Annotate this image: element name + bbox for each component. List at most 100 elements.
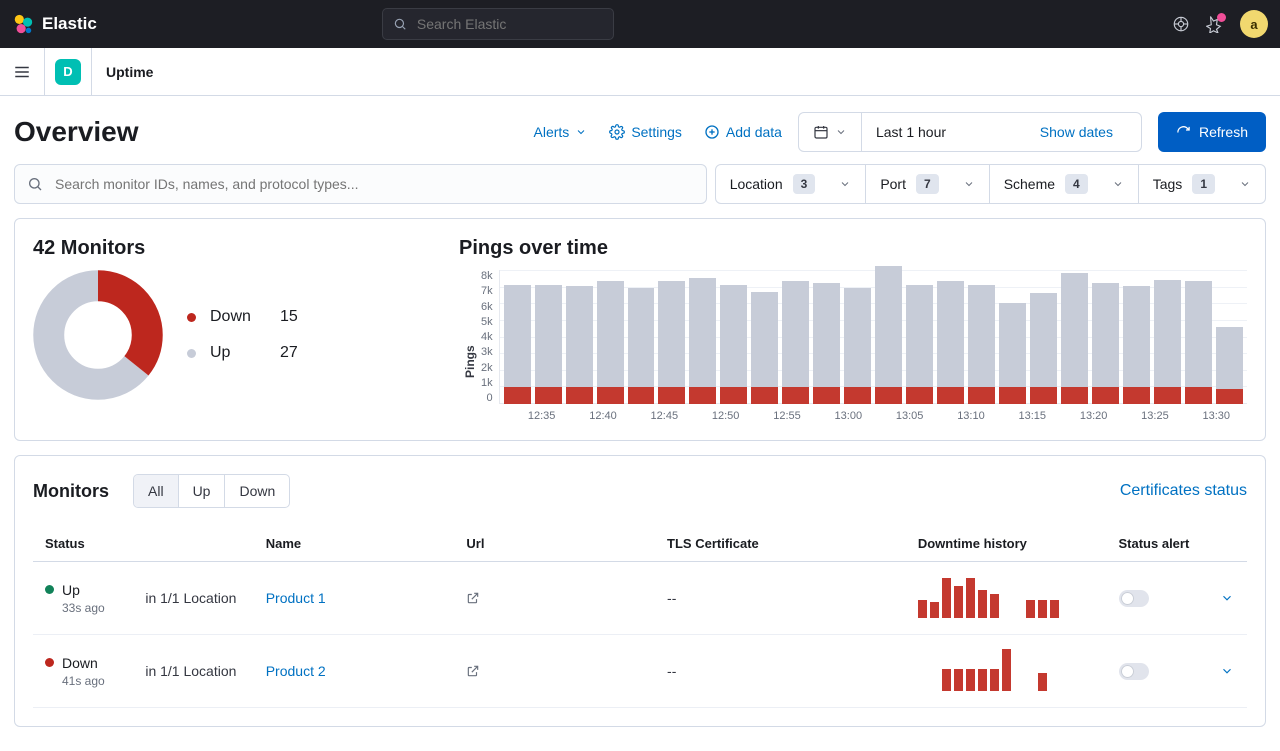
brand-name: Elastic bbox=[42, 14, 97, 34]
date-picker-toggle[interactable] bbox=[799, 113, 861, 151]
pings-bar-up bbox=[968, 285, 995, 387]
status-ago: 41s ago bbox=[62, 674, 121, 688]
col-tls[interactable]: TLS Certificate bbox=[655, 520, 906, 562]
col-alert[interactable]: Status alert bbox=[1107, 520, 1207, 562]
pings-bar bbox=[1154, 280, 1181, 404]
space-selector[interactable]: D bbox=[55, 59, 81, 85]
location-text: in 1/1 Location bbox=[145, 663, 236, 679]
pings-bar-up bbox=[689, 278, 716, 387]
show-dates-link[interactable]: Show dates bbox=[1026, 124, 1127, 140]
pings-chart-title: Pings over time bbox=[459, 237, 1247, 260]
legend-down-label: Down bbox=[210, 308, 266, 326]
x-axis-ticks: 12:3512:4012:4512:5012:5513:0013:0513:10… bbox=[481, 404, 1247, 422]
newsfeed-icon[interactable] bbox=[1206, 15, 1224, 33]
pings-bar-up bbox=[535, 285, 562, 387]
pings-bar-down bbox=[999, 387, 1026, 404]
alerts-button[interactable]: Alerts bbox=[534, 124, 588, 140]
pings-bar-down bbox=[937, 387, 964, 404]
pings-bar-down bbox=[844, 387, 871, 404]
pings-bar-down bbox=[1030, 387, 1057, 404]
pings-bar-up bbox=[844, 288, 871, 387]
chevron-down-icon bbox=[1239, 178, 1251, 190]
breadcrumb-app[interactable]: Uptime bbox=[92, 64, 167, 80]
pings-bar bbox=[999, 303, 1026, 404]
facet-scheme[interactable]: Scheme 4 bbox=[989, 165, 1138, 203]
monitor-name-link[interactable]: Product 2 bbox=[266, 663, 326, 679]
spark-bar bbox=[1038, 673, 1047, 691]
monitors-summary: 42 Monitors Down 15 bbox=[33, 237, 453, 422]
col-downtime[interactable]: Downtime history bbox=[906, 520, 1107, 562]
tab-all[interactable]: All bbox=[134, 475, 178, 507]
external-link-icon[interactable] bbox=[466, 664, 643, 678]
spark-bar bbox=[942, 578, 951, 618]
downtime-sparkline bbox=[918, 578, 1095, 618]
pings-bar-down bbox=[566, 387, 593, 404]
monitor-search-input[interactable] bbox=[53, 175, 694, 193]
chevron-down-icon bbox=[963, 178, 975, 190]
pings-bar bbox=[844, 288, 871, 404]
pings-bar-down bbox=[1092, 387, 1119, 404]
user-avatar[interactable]: a bbox=[1240, 10, 1268, 38]
pings-bar-down bbox=[1216, 389, 1243, 404]
pings-bar-down bbox=[875, 387, 902, 404]
certificates-status-link[interactable]: Certificates status bbox=[1120, 482, 1247, 500]
spark-bar bbox=[990, 594, 999, 618]
chevron-down-icon bbox=[839, 178, 851, 190]
facet-port[interactable]: Port7 bbox=[865, 165, 988, 203]
add-data-button[interactable]: Add data bbox=[704, 124, 782, 140]
spark-bar bbox=[1026, 600, 1035, 618]
pings-bar bbox=[937, 281, 964, 404]
col-status[interactable]: Status bbox=[33, 520, 133, 562]
refresh-button[interactable]: Refresh bbox=[1158, 112, 1266, 152]
tab-down[interactable]: Down bbox=[224, 475, 289, 507]
col-location bbox=[133, 520, 253, 562]
pings-bar-down bbox=[720, 387, 747, 404]
facet-count-badge: 4 bbox=[1065, 174, 1088, 194]
tab-up[interactable]: Up bbox=[178, 475, 225, 507]
pings-bar bbox=[906, 285, 933, 404]
facet-location[interactable]: Location3 bbox=[716, 165, 866, 203]
status-dot bbox=[45, 585, 54, 594]
status-alert-toggle[interactable] bbox=[1119, 663, 1149, 680]
status-alert-toggle[interactable] bbox=[1119, 590, 1149, 607]
monitor-name-link[interactable]: Product 1 bbox=[266, 590, 326, 606]
settings-button[interactable]: Settings bbox=[609, 124, 682, 140]
status-donut-chart bbox=[33, 270, 163, 400]
facet-count-badge: 7 bbox=[916, 174, 939, 194]
global-search-input[interactable] bbox=[415, 15, 603, 33]
search-icon bbox=[27, 176, 43, 192]
facet-count-badge: 3 bbox=[793, 174, 816, 194]
plus-circle-icon bbox=[704, 124, 720, 140]
nav-toggle-button[interactable] bbox=[0, 63, 44, 81]
global-header: Elastic a bbox=[0, 0, 1280, 48]
facet-label: Scheme bbox=[1004, 176, 1055, 192]
pings-bar-up bbox=[751, 292, 778, 387]
pings-plot bbox=[499, 270, 1247, 404]
brand-logo[interactable]: Elastic bbox=[12, 13, 97, 35]
date-range-label: Last 1 hour bbox=[876, 124, 946, 140]
pings-bar-up bbox=[504, 285, 531, 387]
pings-bar bbox=[1216, 327, 1243, 404]
external-link-icon[interactable] bbox=[466, 591, 643, 605]
expand-row-button[interactable] bbox=[1219, 664, 1235, 678]
legend-down-count: 15 bbox=[280, 308, 298, 326]
monitor-search[interactable] bbox=[14, 164, 707, 204]
pings-bar-down bbox=[535, 387, 562, 404]
pings-ylabel: Pings bbox=[459, 270, 481, 422]
facet-tags[interactable]: Tags1 bbox=[1138, 165, 1265, 203]
monitors-table: Status Name Url TLS Certificate Downtime… bbox=[33, 520, 1247, 708]
expand-row-button[interactable] bbox=[1219, 591, 1235, 605]
pings-bar-up bbox=[720, 285, 747, 387]
global-search[interactable] bbox=[382, 8, 614, 40]
spark-bar bbox=[978, 669, 987, 691]
spark-bar bbox=[1002, 649, 1011, 691]
date-range-display[interactable]: Last 1 hour Show dates bbox=[861, 113, 1141, 151]
col-url[interactable]: Url bbox=[454, 520, 655, 562]
alerts-label: Alerts bbox=[534, 124, 570, 140]
help-icon[interactable] bbox=[1172, 15, 1190, 33]
monitors-summary-title: 42 Monitors bbox=[33, 237, 453, 260]
pings-bar-up bbox=[906, 285, 933, 387]
pings-bar bbox=[566, 286, 593, 404]
col-name[interactable]: Name bbox=[254, 520, 455, 562]
pings-bar bbox=[782, 281, 809, 404]
